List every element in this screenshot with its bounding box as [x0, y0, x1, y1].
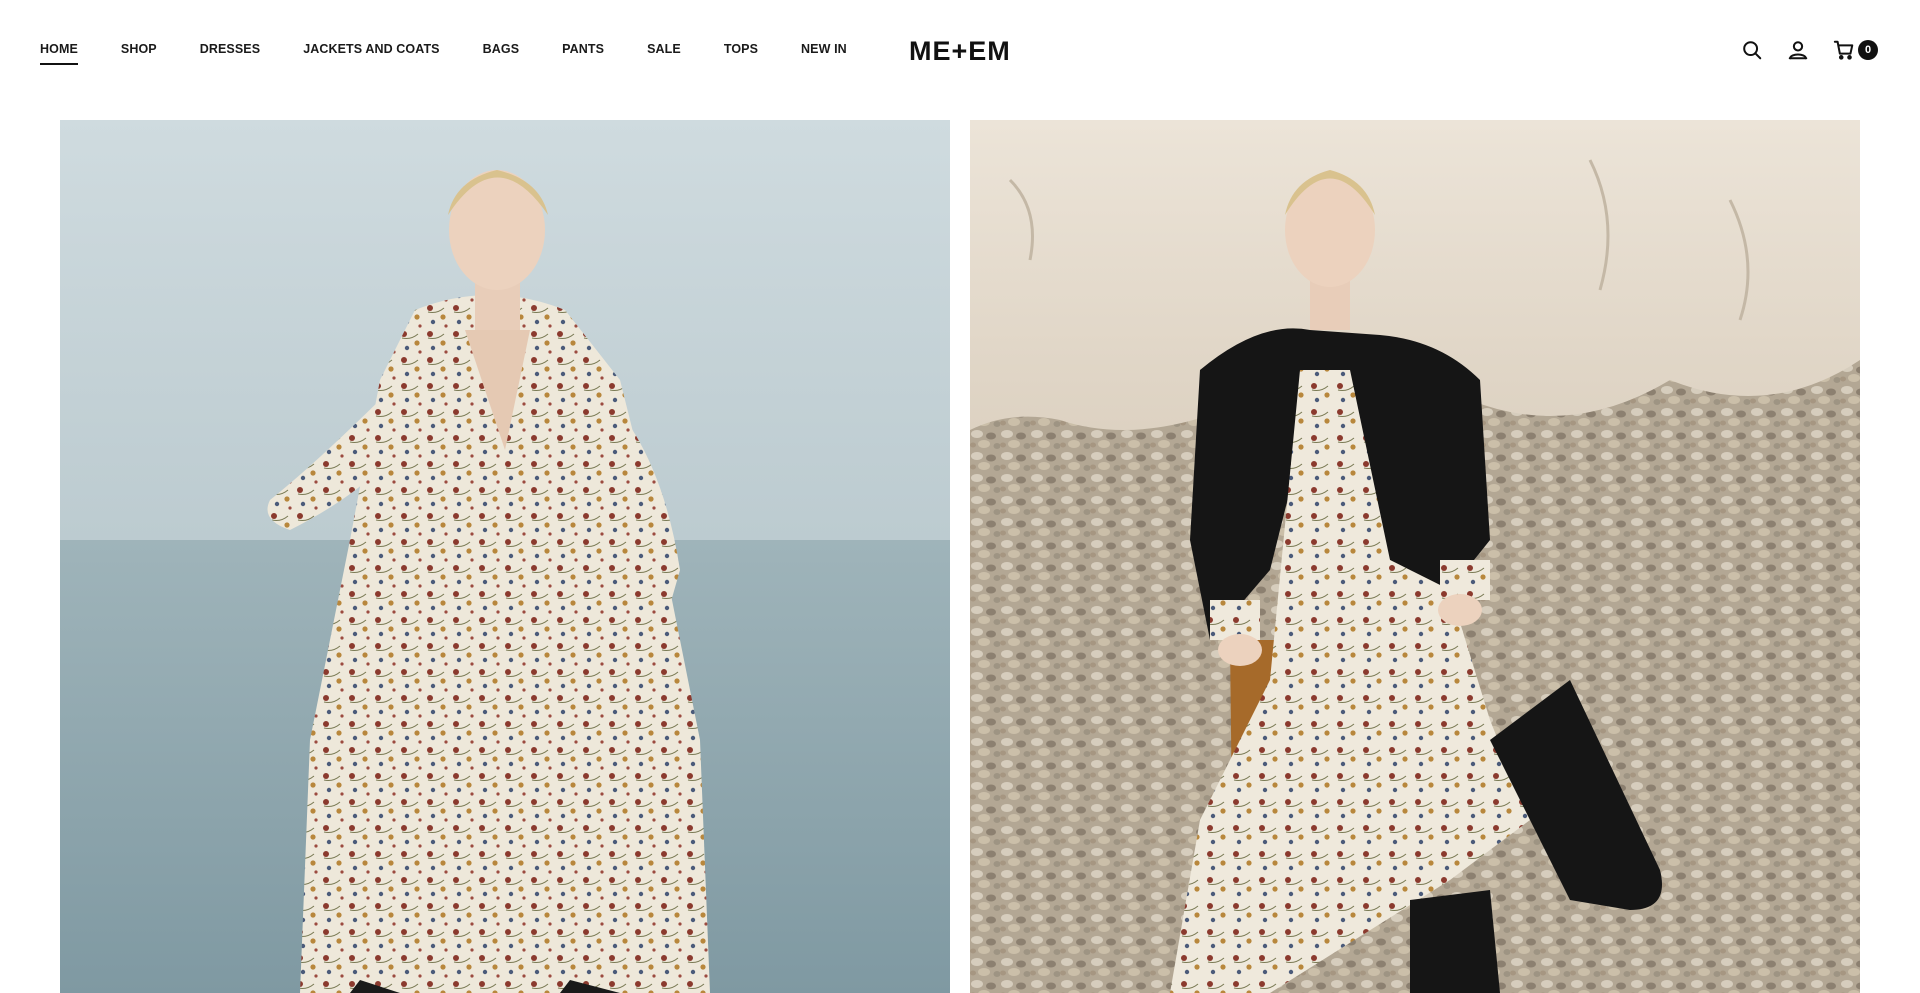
cart-icon [1833, 40, 1854, 60]
hero-image-left[interactable] [60, 120, 950, 993]
user-icon [1788, 41, 1808, 60]
nav-sale[interactable]: SALE [647, 41, 681, 65]
hero-image-right[interactable] [970, 120, 1860, 993]
nav-home[interactable]: HOME [40, 41, 78, 65]
nav-bags[interactable]: BAGS [483, 41, 520, 65]
site-header: HOME SHOP DRESSES JACKETS AND COATS BAGS… [0, 0, 1920, 100]
cart-count-badge: 0 [1858, 40, 1878, 60]
cart-button[interactable]: 0 [1832, 38, 1878, 62]
nav-tops[interactable]: TOPS [724, 41, 758, 65]
model-cliff-illustration [970, 120, 1860, 993]
nav-jackets-and-coats[interactable]: JACKETS AND COATS [303, 41, 439, 65]
nav-pants[interactable]: PANTS [562, 41, 604, 65]
nav-dresses[interactable]: DRESSES [200, 41, 260, 65]
model-sea-illustration [60, 120, 950, 993]
header-tools: 0 [1740, 38, 1880, 62]
search-button[interactable] [1740, 38, 1764, 62]
search-icon [1743, 41, 1762, 60]
nav-shop[interactable]: SHOP [121, 41, 157, 65]
account-button[interactable] [1786, 38, 1810, 62]
hero-gallery [60, 120, 1860, 993]
nav-new-in[interactable]: NEW IN [801, 41, 847, 65]
brand-logo[interactable]: ME+EM [909, 36, 1011, 66]
